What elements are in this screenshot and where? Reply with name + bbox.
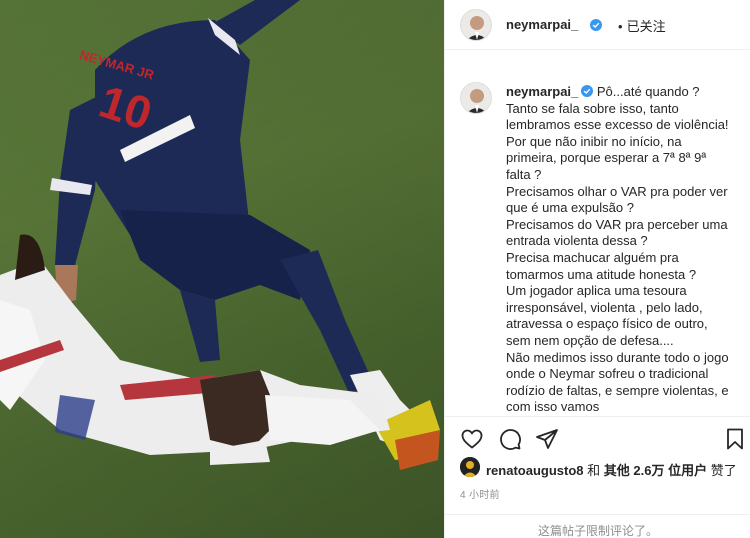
comments-disabled-notice: 这篇帖子限制评论了。 bbox=[445, 514, 750, 538]
others-tail[interactable]: 位用户 bbox=[668, 463, 707, 478]
others-count[interactable]: 2.6万 bbox=[633, 463, 664, 478]
action-bar bbox=[445, 416, 750, 460]
post-header: neymarpai_ • 已关注 bbox=[445, 0, 750, 50]
share-icon[interactable] bbox=[535, 427, 559, 451]
bookmark-icon[interactable] bbox=[723, 427, 747, 451]
post-timestamp[interactable]: 4 小时前 bbox=[460, 486, 500, 501]
likes-connector: 和 bbox=[587, 463, 601, 478]
caption-username[interactable]: neymarpai_ bbox=[506, 84, 578, 99]
football-tackle-photo: 10 NEYMAR JR bbox=[0, 0, 444, 538]
verified-badge-icon bbox=[581, 85, 594, 97]
caption-author-avatar[interactable] bbox=[460, 82, 492, 114]
liker-avatar[interactable] bbox=[460, 457, 480, 477]
separator-dot: • bbox=[618, 19, 623, 34]
liked-label: 赞了 bbox=[710, 463, 737, 478]
follow-status[interactable]: • 已关注 bbox=[618, 16, 666, 35]
caption-text: Pô...até quando ? Tanto se fala sobre is… bbox=[506, 84, 729, 415]
liker-username[interactable]: renatoaugusto8 bbox=[486, 463, 584, 478]
post-panel: neymarpai_ • 已关注 neymarpai_ Pô...até quan… bbox=[444, 0, 750, 538]
caption-text-block: neymarpai_ Pô...até quando ? Tanto se fa… bbox=[506, 84, 734, 416]
following-label[interactable]: 已关注 bbox=[627, 19, 666, 34]
post-image[interactable]: 10 NEYMAR JR bbox=[0, 0, 444, 538]
others-label[interactable]: 其他 bbox=[604, 463, 630, 478]
verified-badge-icon bbox=[590, 19, 602, 31]
likes-text: renatoaugusto8 和 其他 2.6万 位用户 赞了 bbox=[486, 460, 737, 479]
comment-icon[interactable] bbox=[498, 427, 522, 451]
caption-area: neymarpai_ Pô...até quando ? Tanto se fa… bbox=[445, 50, 750, 416]
heart-icon[interactable] bbox=[460, 427, 484, 451]
author-avatar[interactable] bbox=[460, 9, 492, 41]
author-username[interactable]: neymarpai_ bbox=[506, 17, 578, 32]
